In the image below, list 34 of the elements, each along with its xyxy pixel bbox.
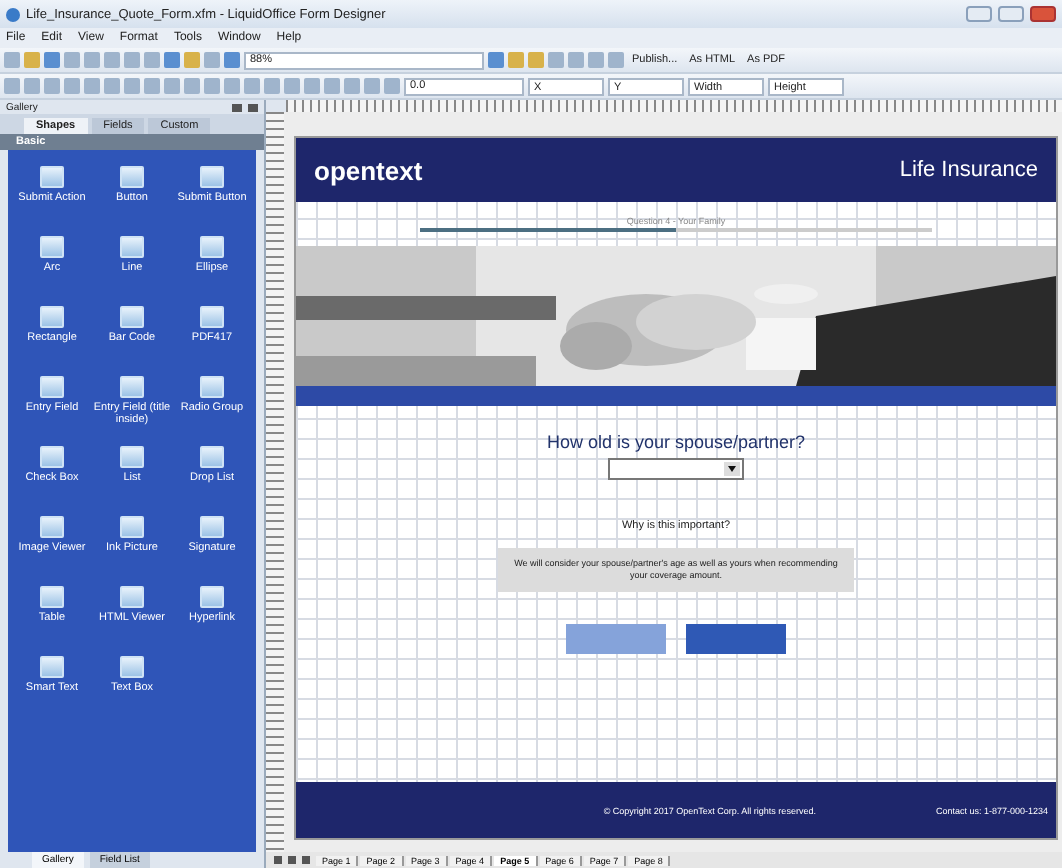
control-icon <box>120 586 144 608</box>
close-button[interactable] <box>1030 6 1056 22</box>
control-icon <box>200 306 224 328</box>
control-icon <box>40 236 64 258</box>
control-icon <box>200 236 224 258</box>
control-icon <box>120 516 144 538</box>
control-icon <box>200 166 224 188</box>
control-icon <box>40 376 64 398</box>
control-icon <box>40 516 64 538</box>
maximize-button[interactable] <box>998 6 1024 22</box>
control-icon <box>40 166 64 188</box>
control-icon <box>40 306 64 328</box>
app-icon <box>6 7 20 21</box>
control-icon <box>200 516 224 538</box>
control-icon <box>120 376 144 398</box>
control-icon <box>200 376 224 398</box>
form-title: Life Insurance <box>899 158 1038 182</box>
control-icon <box>120 656 144 678</box>
control-icon <box>40 446 64 468</box>
control-icon <box>40 656 64 678</box>
control-icon <box>120 306 144 328</box>
control-icon <box>120 166 144 188</box>
control-icon <box>200 586 224 608</box>
control-icon <box>200 446 224 468</box>
control-icon <box>120 236 144 258</box>
minimize-button[interactable] <box>966 6 992 22</box>
question-text: How old is your spouse/partner? <box>546 432 806 452</box>
dropdown-arrow-icon <box>728 466 736 472</box>
answer-dropdown[interactable] <box>608 458 744 480</box>
control-icon <box>120 446 144 468</box>
back-button[interactable] <box>566 623 666 654</box>
logo: opentext <box>314 155 423 185</box>
control-icon <box>40 586 64 608</box>
next-button[interactable] <box>686 623 786 654</box>
